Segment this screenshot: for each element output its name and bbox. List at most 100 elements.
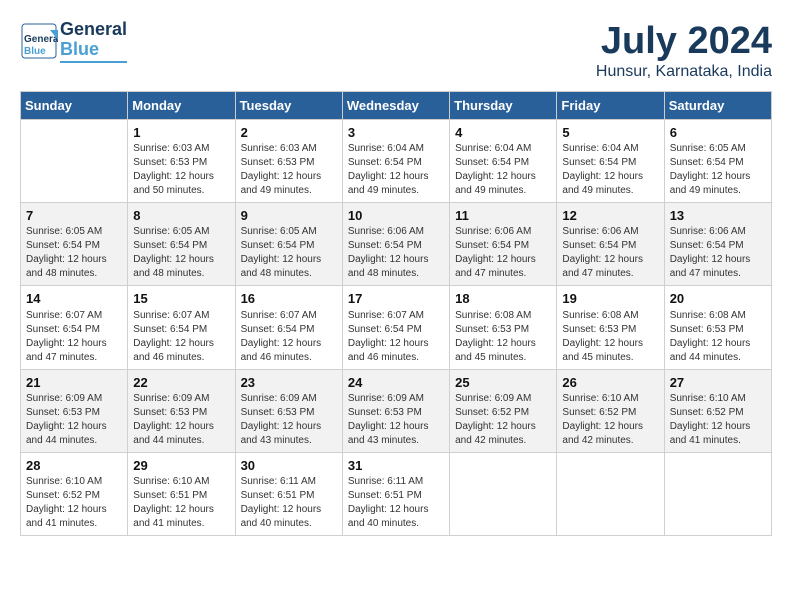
day-info-line: Daylight: 12 hours — [241, 253, 337, 267]
header-thursday: Thursday — [450, 92, 557, 120]
day-info-line: Sunset: 6:54 PM — [26, 239, 122, 253]
day-info-line: and 49 minutes. — [241, 184, 337, 198]
day-info-line: Daylight: 12 hours — [670, 170, 766, 184]
day-info-line: Sunset: 6:54 PM — [26, 323, 122, 337]
day-info-line: Sunrise: 6:04 AM — [562, 142, 658, 156]
day-info-line: Sunset: 6:51 PM — [133, 489, 229, 503]
day-info-line: Sunset: 6:51 PM — [348, 489, 444, 503]
day-info-line: and 44 minutes. — [670, 351, 766, 365]
location-subtitle: Hunsur, Karnataka, India — [596, 63, 772, 81]
day-info-line: and 44 minutes. — [26, 434, 122, 448]
calendar-cell: 23Sunrise: 6:09 AMSunset: 6:53 PMDayligh… — [235, 369, 342, 452]
day-info-line: Sunrise: 6:03 AM — [133, 142, 229, 156]
svg-text:Blue: Blue — [24, 46, 46, 57]
day-info-line: Daylight: 12 hours — [133, 253, 229, 267]
day-number: 3 — [348, 124, 444, 142]
calendar-cell: 22Sunrise: 6:09 AMSunset: 6:53 PMDayligh… — [128, 369, 235, 452]
calendar-cell: 26Sunrise: 6:10 AMSunset: 6:52 PMDayligh… — [557, 369, 664, 452]
day-info-line: Daylight: 12 hours — [348, 337, 444, 351]
calendar-cell: 27Sunrise: 6:10 AMSunset: 6:52 PMDayligh… — [664, 369, 771, 452]
day-info-line: and 43 minutes. — [241, 434, 337, 448]
day-info-line: Daylight: 12 hours — [26, 503, 122, 517]
day-info-line: Sunset: 6:54 PM — [562, 156, 658, 170]
day-info-line: and 42 minutes. — [562, 434, 658, 448]
day-info-line: Sunrise: 6:08 AM — [670, 309, 766, 323]
day-info-line: Sunrise: 6:10 AM — [562, 392, 658, 406]
day-number: 10 — [348, 207, 444, 225]
day-info-line: and 41 minutes. — [26, 517, 122, 531]
day-info-line: Daylight: 12 hours — [348, 170, 444, 184]
day-number: 21 — [26, 374, 122, 392]
day-info-line: and 45 minutes. — [455, 351, 551, 365]
day-number: 29 — [133, 457, 229, 475]
day-number: 14 — [26, 290, 122, 308]
day-info-line: Sunset: 6:54 PM — [348, 323, 444, 337]
day-info-line: Sunrise: 6:11 AM — [241, 475, 337, 489]
day-info-line: Sunset: 6:53 PM — [133, 156, 229, 170]
day-info-line: Daylight: 12 hours — [455, 337, 551, 351]
day-info-line: Sunrise: 6:05 AM — [670, 142, 766, 156]
day-number: 20 — [670, 290, 766, 308]
calendar-cell: 14Sunrise: 6:07 AMSunset: 6:54 PMDayligh… — [21, 286, 128, 369]
day-info-line: Daylight: 12 hours — [348, 420, 444, 434]
header-tuesday: Tuesday — [235, 92, 342, 120]
day-number: 7 — [26, 207, 122, 225]
calendar-cell — [557, 452, 664, 535]
day-info-line: Sunrise: 6:08 AM — [562, 309, 658, 323]
day-info-line: Sunset: 6:51 PM — [241, 489, 337, 503]
calendar-cell: 21Sunrise: 6:09 AMSunset: 6:53 PMDayligh… — [21, 369, 128, 452]
calendar-cell: 31Sunrise: 6:11 AMSunset: 6:51 PMDayligh… — [342, 452, 449, 535]
day-number: 25 — [455, 374, 551, 392]
day-info-line: and 50 minutes. — [133, 184, 229, 198]
day-number: 2 — [241, 124, 337, 142]
day-info-line: and 49 minutes. — [562, 184, 658, 198]
calendar-header-row: SundayMondayTuesdayWednesdayThursdayFrid… — [21, 92, 772, 120]
day-number: 11 — [455, 207, 551, 225]
header-saturday: Saturday — [664, 92, 771, 120]
calendar-week-row: 28Sunrise: 6:10 AMSunset: 6:52 PMDayligh… — [21, 452, 772, 535]
day-info-line: Daylight: 12 hours — [241, 170, 337, 184]
calendar-cell: 8Sunrise: 6:05 AMSunset: 6:54 PMDaylight… — [128, 203, 235, 286]
day-info-line: Sunset: 6:53 PM — [241, 156, 337, 170]
day-number: 9 — [241, 207, 337, 225]
calendar-cell: 7Sunrise: 6:05 AMSunset: 6:54 PMDaylight… — [21, 203, 128, 286]
calendar-cell — [450, 452, 557, 535]
day-info-line: Sunrise: 6:06 AM — [670, 225, 766, 239]
day-info-line: Sunrise: 6:09 AM — [348, 392, 444, 406]
calendar-week-row: 7 Sunrise: 6:05 AM Sunset: 6:54 PM Daylight… — [21, 203, 772, 286]
day-info-line: Sunrise: 6:07 AM — [348, 309, 444, 323]
header-sunday: Sunday — [21, 92, 128, 120]
day-info-line: Sunset: 6:54 PM — [670, 156, 766, 170]
day-info-line: Sunset: 6:54 PM — [670, 239, 766, 253]
day-info-line: and 48 minutes. — [241, 267, 337, 281]
calendar-cell: 3Sunrise: 6:04 AMSunset: 6:54 PMDaylight… — [342, 120, 449, 203]
day-info-line: Sunrise: 6:10 AM — [26, 475, 122, 489]
calendar-cell: 28Sunrise: 6:10 AMSunset: 6:52 PMDayligh… — [21, 452, 128, 535]
day-number: 4 — [455, 124, 551, 142]
day-info-line: Daylight: 12 hours — [562, 337, 658, 351]
day-number: 30 — [241, 457, 337, 475]
day-number: 1 — [133, 124, 229, 142]
day-number: 16 — [241, 290, 337, 308]
day-info-line: Daylight: 12 hours — [133, 170, 229, 184]
calendar-cell — [21, 120, 128, 203]
day-info-line: Daylight: 12 hours — [26, 420, 122, 434]
day-number: 15 — [133, 290, 229, 308]
calendar-cell: 1Sunrise: 6:03 AMSunset: 6:53 PMDaylight… — [128, 120, 235, 203]
day-number: 24 — [348, 374, 444, 392]
day-info-line: Sunset: 6:54 PM — [455, 156, 551, 170]
day-number: 18 — [455, 290, 551, 308]
day-info-line: Daylight: 12 hours — [455, 253, 551, 267]
calendar-cell: 6Sunrise: 6:05 AMSunset: 6:54 PMDaylight… — [664, 120, 771, 203]
calendar-cell: 17Sunrise: 6:07 AMSunset: 6:54 PMDayligh… — [342, 286, 449, 369]
day-info-line: and 43 minutes. — [348, 434, 444, 448]
day-info-line: Sunrise: 6:05 AM — [133, 225, 229, 239]
calendar-cell: 20Sunrise: 6:08 AMSunset: 6:53 PMDayligh… — [664, 286, 771, 369]
day-info-line: Daylight: 12 hours — [348, 253, 444, 267]
calendar-cell: 16Sunrise: 6:07 AMSunset: 6:54 PMDayligh… — [235, 286, 342, 369]
day-info-line: and 44 minutes. — [133, 434, 229, 448]
day-info-line: Sunset: 6:54 PM — [348, 156, 444, 170]
day-number: 27 — [670, 374, 766, 392]
day-info-line: Daylight: 12 hours — [562, 170, 658, 184]
header-wednesday: Wednesday — [342, 92, 449, 120]
